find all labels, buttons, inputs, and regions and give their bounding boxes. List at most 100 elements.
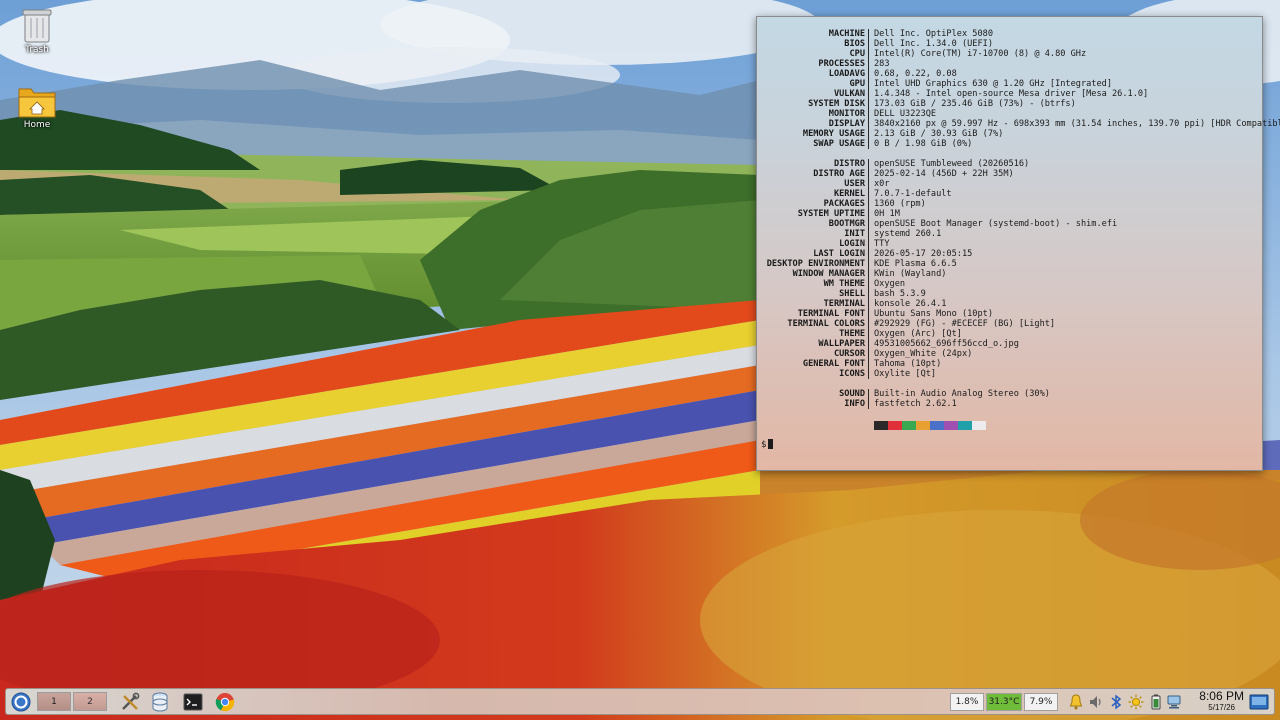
info-separator [868,109,869,119]
taskbar: 1 2 1.8% 31.3°C 7.9% 8:06 PM 5/17/26 [5,688,1275,715]
info-separator [868,29,869,39]
chrome-icon [215,692,235,711]
clock-time: 8:06 PM [1199,689,1244,703]
info-key: CPU [849,49,865,59]
info-row: CPU Intel(R) Core(TM) i7-10700 (8) @ 4.80… [757,49,1262,59]
trash-icon [22,9,52,43]
info-value: fastfetch 2.62.1 [874,399,957,409]
launcher-disk-utility[interactable] [149,691,171,712]
info-separator [868,369,869,379]
system-settings-icon [122,692,140,710]
tray-brightness[interactable] [1128,691,1144,712]
info-key: MACHINE [828,29,865,39]
info-row: ICONS Oxylite [Qt] [757,369,1262,379]
info-value: systemd 260.1 [874,229,942,239]
info-separator [868,329,869,339]
info-separator [868,389,869,399]
info-row: SYSTEM UPTIME 0H 1M [757,209,1262,219]
info-key: TERMINAL FONT [797,309,865,319]
konsole-icon [183,693,203,710]
info-row: SOUND Built-in Audio Analog Stereo (30%) [757,389,1262,399]
tray-network[interactable] [1166,691,1182,712]
info-separator [868,139,869,149]
oxygen-start-icon [11,692,31,711]
info-row: DISTRO AGE 2025-02-14 (456D + 22H 35M) [757,169,1262,179]
info-key: PACKAGES [823,199,865,209]
info-separator [868,279,869,289]
info-row: INIT systemd 260.1 [757,229,1262,239]
tray-battery[interactable] [1148,691,1164,712]
tray-notifications[interactable] [1068,691,1084,712]
color-palette [874,421,986,430]
show-desktop-icon [1249,694,1269,709]
desktop-icon-trash[interactable]: Trash [7,6,67,55]
info-value: openSUSE Tumbleweed (20260516) [874,159,1030,169]
info-separator [868,309,869,319]
shell-prompt[interactable]: $ [761,439,774,450]
info-separator [868,249,869,259]
info-value: Dell Inc. OptiPlex 5080 [874,29,993,39]
info-value: 0.68, 0.22, 0.08 [874,69,957,79]
info-separator [868,79,869,89]
info-value: Dell Inc. 1.34.0 (UEFI) [874,39,993,49]
palette-swatch [944,421,958,430]
info-separator [868,269,869,279]
memory-usage-monitor[interactable]: 7.9% [1024,693,1058,711]
info-separator [868,319,869,329]
info-row: BOOTMGR openSUSE Boot Manager (systemd-bo… [757,219,1262,229]
info-value: KDE Plasma 6.6.5 [874,259,957,269]
cpu-temperature-monitor[interactable]: 31.3°C [986,693,1022,711]
start-menu-button[interactable] [10,691,32,712]
clock-widget[interactable]: 8:06 PM 5/17/26 [1199,690,1244,713]
info-separator [868,259,869,269]
info-key: SYSTEM UPTIME [797,209,865,219]
tray-volume[interactable] [1088,691,1104,712]
pager-desktop-2[interactable]: 2 [73,692,107,711]
info-key: LAST LOGIN [813,249,865,259]
info-key: SHELL [839,289,865,299]
cpu-temperature-value: 31.3°C [988,697,1020,707]
info-value: 283 [874,59,890,69]
info-separator [868,189,869,199]
info-value: Ubuntu Sans Mono (10pt) [874,309,993,319]
info-separator [868,119,869,129]
info-row: TERMINAL konsole 26.4.1 [757,299,1262,309]
info-key: INFO [844,399,865,409]
info-value: Oxygen (Arc) [Qt] [874,329,962,339]
show-desktop-button[interactable] [1248,691,1270,712]
desktop-icon-label: Trash [25,45,49,55]
info-key: LOGIN [839,239,865,249]
info-value: KWin (Wayland) [874,269,947,279]
info-key: INIT [844,229,865,239]
konsole-terminal-window[interactable]: MACHINE Dell Inc. OptiPlex 5080 BIOS Dell I… [756,16,1280,471]
launcher-chrome[interactable] [214,691,236,712]
launcher-konsole[interactable] [182,691,204,712]
info-row: MONITOR DELL U3223QE [757,109,1262,119]
desktop-icon-home[interactable]: Home [7,83,67,130]
info-separator [868,49,869,59]
info-row: BIOS Dell Inc. 1.34.0 (UEFI) [757,39,1262,49]
palette-swatch [916,421,930,430]
cpu-usage-monitor[interactable]: 1.8% [950,693,984,711]
info-key: TERMINAL [823,299,865,309]
info-separator [868,89,869,99]
info-separator [868,129,869,139]
info-separator [868,39,869,49]
launcher-system-settings[interactable] [119,691,141,712]
pager-desktop-1[interactable]: 1 [37,692,71,711]
info-value: Intel UHD Graphics 630 @ 1.20 GHz [Integ… [874,79,1112,89]
disk-utility-icon [152,692,168,711]
info-value: konsole 26.4.1 [874,299,947,309]
info-value: 2025-02-14 (456D + 22H 35M) [874,169,1014,179]
info-key: DISTRO [833,159,865,169]
info-key: SWAP USAGE [813,139,865,149]
info-row: LOADAVG 0.68, 0.22, 0.08 [757,69,1262,79]
info-separator [868,399,869,409]
info-value: Oxygen_White (24px) [874,349,973,359]
memory-usage-value: 7.9% [1029,697,1053,707]
info-value: #292929 (FG) - #ECECEF (BG) [Light] [874,319,1056,329]
info-row: WINDOW MANAGER KWin (Wayland) [757,269,1262,279]
info-separator [868,209,869,219]
tray-bluetooth[interactable] [1108,691,1124,712]
